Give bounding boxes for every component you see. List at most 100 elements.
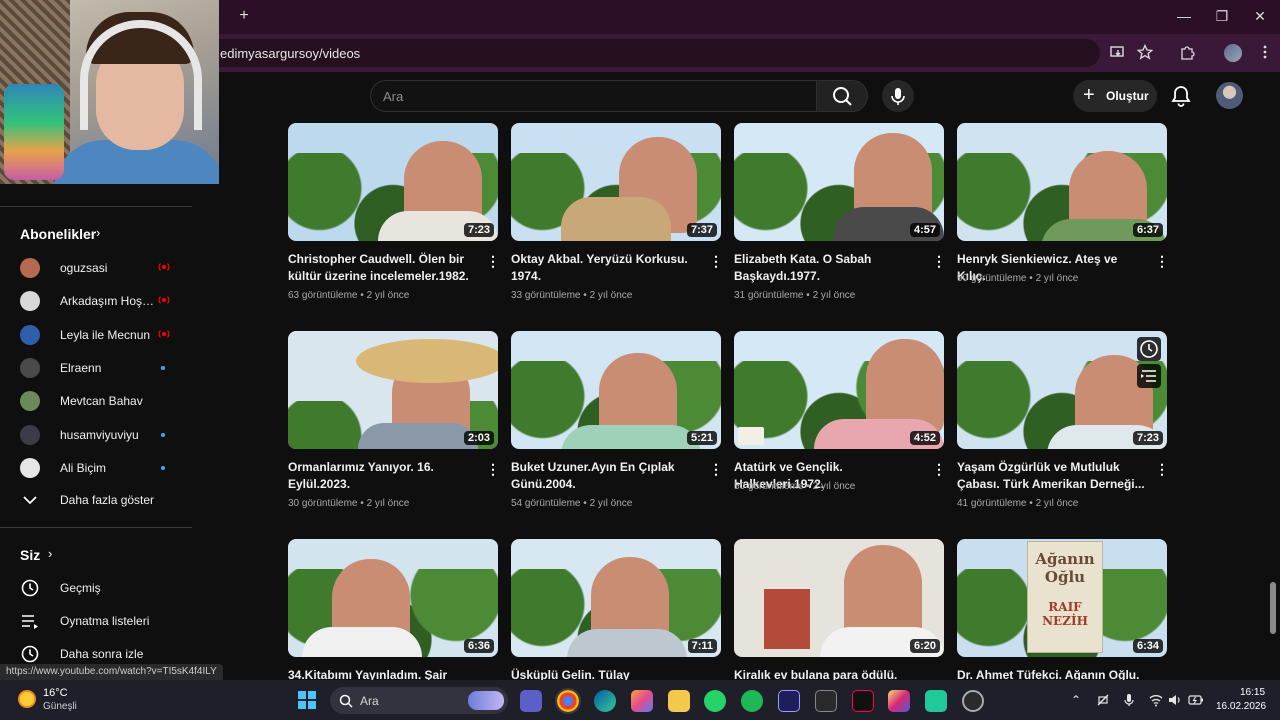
sidebar-item-history[interactable]: Geçmiş <box>0 571 190 604</box>
video-thumbnail[interactable]: 7:23 <box>288 123 498 241</box>
weather-description[interactable]: Güneşli <box>43 701 77 712</box>
video-thumbnail[interactable]: 4:57 <box>734 123 944 241</box>
weather-temperature[interactable]: 16°C <box>43 687 68 699</box>
video-card[interactable]: 4:52 Atatürk ve Gençlik. Halkevleri.1972… <box>734 331 946 495</box>
extensions-icon[interactable] <box>1178 44 1196 62</box>
battery-icon[interactable] <box>1188 693 1203 707</box>
more-options-icon[interactable]: ⋮ <box>486 253 500 269</box>
game-app-icon[interactable] <box>925 690 947 712</box>
sidebar-item-ali-bicim[interactable]: Ali Biçim <box>0 450 190 483</box>
browser-menu-icon[interactable] <box>1256 44 1274 62</box>
more-options-icon[interactable]: ⋮ <box>709 253 723 269</box>
teams-icon[interactable] <box>520 690 542 712</box>
video-card[interactable]: 4:57 Elizabeth Kata. O Sabah Başkaydı.19… <box>734 123 946 303</box>
show-more-button[interactable]: Daha fazla göster <box>0 483 190 516</box>
video-card[interactable]: 7:11 Üsküplü Gelin. Tülay Korkmaz.2019. <box>511 539 721 680</box>
subscriptions-heading[interactable]: Abonelikler <box>20 226 96 242</box>
spotify-icon[interactable] <box>741 690 763 712</box>
video-card[interactable]: 2:03 Ormanlarımız Yanıyor. 16. Eylül.202… <box>288 331 500 511</box>
tiktok-icon[interactable] <box>852 690 874 712</box>
video-card[interactable]: 7:23 Yaşam Özgürlük ve Mutluluk Çabası. … <box>957 331 1169 511</box>
wifi-icon[interactable] <box>1149 693 1163 707</box>
video-card[interactable]: 5:21 Buket Uzuner.Ayın En Çıplak Günü.20… <box>511 331 723 511</box>
video-card[interactable]: 6:20 Kiralık ev bulana para ödülü. <box>734 539 944 680</box>
watch-later-button[interactable] <box>1137 337 1161 361</box>
chrome-icon[interactable] <box>555 688 581 714</box>
video-thumbnail[interactable]: 6:20 <box>734 539 944 657</box>
video-card[interactable]: 7:23 Christopher Caudwell. Ölen bir kült… <box>288 123 500 303</box>
video-title[interactable]: Kiralık ev bulana para ödülü. <box>734 667 926 680</box>
more-options-icon[interactable]: ⋮ <box>486 461 500 477</box>
search-button[interactable] <box>816 80 868 112</box>
scrollbar-thumb[interactable] <box>1270 582 1276 634</box>
account-avatar[interactable] <box>1216 82 1243 109</box>
video-title[interactable]: 34.Kitabımı Yayınladım. Şair Nedim <box>288 667 480 680</box>
video-thumbnail[interactable]: Ağanın Oğlu RAIF NEZİH 6:34 <box>957 539 1167 657</box>
windows-start-icon[interactable] <box>297 690 317 710</box>
sidebar-item-leyla-ile-mecnun[interactable]: Leyla ile Mecnun <box>0 317 190 350</box>
file-explorer-icon[interactable] <box>668 690 690 712</box>
video-thumbnail[interactable]: 7:37 <box>511 123 721 241</box>
close-window-button[interactable]: ✕ <box>1246 6 1274 26</box>
edge-icon[interactable] <box>594 690 616 712</box>
install-app-icon[interactable] <box>1109 44 1127 62</box>
video-title[interactable]: Üsküplü Gelin. Tülay Korkmaz.2019. <box>511 667 703 680</box>
obs-icon[interactable] <box>962 690 984 712</box>
more-options-icon[interactable]: ⋮ <box>1155 253 1169 269</box>
volume-icon[interactable] <box>1168 693 1182 707</box>
voice-search-button[interactable] <box>882 80 914 112</box>
video-thumbnail[interactable]: 6:37 <box>957 123 1167 241</box>
notifications-bell-icon[interactable] <box>1170 84 1192 108</box>
video-thumbnail[interactable]: 7:23 <box>957 331 1167 449</box>
sidebar-item-elraenn[interactable]: Elraenn <box>0 350 190 383</box>
bookmark-star-icon[interactable] <box>1136 43 1154 62</box>
new-tab-button[interactable]: + <box>236 8 252 24</box>
video-thumbnail[interactable]: 7:11 <box>511 539 721 657</box>
create-button[interactable]: + Oluştur <box>1073 80 1157 112</box>
more-options-icon[interactable]: ⋮ <box>709 461 723 477</box>
more-options-icon[interactable]: ⋮ <box>1155 461 1169 477</box>
sidebar-item-husamviyuviyu[interactable]: husamviyuviyu <box>0 417 190 450</box>
video-thumbnail[interactable]: 5:21 <box>511 331 721 449</box>
sidebar-item-playlists[interactable]: Oynatma listeleri <box>0 604 190 637</box>
url-text[interactable]: edimyasargursoy/videos <box>220 46 360 61</box>
sidebar-item-oguzsasi[interactable]: oguzsasi <box>0 250 190 283</box>
video-title[interactable]: Christopher Caudwell. Ölen bir kültür üz… <box>288 251 480 285</box>
video-title[interactable]: Yaşam Özgürlük ve Mutluluk Çabası. Türk … <box>957 459 1149 493</box>
video-thumbnail[interactable]: 2:03 <box>288 331 498 449</box>
video-thumbnail[interactable]: 6:36 <box>288 539 498 657</box>
capcut-icon[interactable] <box>815 690 837 712</box>
video-title[interactable]: Ormanlarımız Yanıyor. 16. Eylül.2023. <box>288 459 480 493</box>
browser-profile-avatar[interactable] <box>1224 44 1242 62</box>
more-options-icon[interactable]: ⋮ <box>932 461 946 477</box>
sidebar-item-arkadasim[interactable]: Arkadaşım Hoşg... <box>0 283 190 316</box>
new-content-dot <box>161 366 165 370</box>
sidebar-item-mevtcan-bahav[interactable]: Mevtcan Bahav <box>0 383 190 416</box>
video-card[interactable]: 6:37 Henryk Sienkiewicz. Ateş ve Kılıç. … <box>957 123 1169 287</box>
video-card[interactable]: 7:37 Oktay Akbal. Yeryüzü Korkusu. 1974.… <box>511 123 723 303</box>
video-card[interactable]: Ağanın Oğlu RAIF NEZİH 6:34 Dr. Ahmet Tü… <box>957 539 1167 680</box>
sun-icon[interactable] <box>18 690 36 708</box>
video-title[interactable]: Buket Uzuner.Ayın En Çıplak Günü.2004. <box>511 459 703 493</box>
more-options-icon[interactable]: ⋮ <box>932 253 946 269</box>
you-heading[interactable]: Siz <box>20 547 40 563</box>
video-thumbnail[interactable]: 4:52 <box>734 331 944 449</box>
video-title[interactable]: Elizabeth Kata. O Sabah Başkaydı.1977. <box>734 251 926 285</box>
clock-date[interactable]: 16.02.2026 <box>1216 701 1266 712</box>
clock-time[interactable]: 16:15 <box>1240 687 1265 698</box>
instagram-icon[interactable] <box>888 690 910 712</box>
taskbar-search[interactable]: Ara <box>330 687 508 714</box>
search-input[interactable]: Ara <box>370 80 816 112</box>
video-card[interactable]: 6:36 34.Kitabımı Yayınladım. Şair Nedim <box>288 539 498 680</box>
chevron-up-icon[interactable]: ⌃ <box>1069 693 1083 707</box>
video-title[interactable]: Dr. Ahmet Tüfekci. Ağanın Oğlu. Raif <box>957 667 1149 680</box>
whatsapp-icon[interactable] <box>704 690 726 712</box>
copilot-icon[interactable] <box>631 690 653 712</box>
add-to-queue-button[interactable] <box>1137 364 1161 388</box>
video-title[interactable]: Oktay Akbal. Yeryüzü Korkusu. 1974. <box>511 251 703 285</box>
network-off-icon[interactable] <box>1096 693 1110 707</box>
microphone-icon[interactable] <box>1122 693 1136 707</box>
premiere-icon[interactable] <box>778 690 800 712</box>
restore-button[interactable]: ❐ <box>1208 6 1236 26</box>
minimize-button[interactable]: — <box>1170 6 1198 26</box>
